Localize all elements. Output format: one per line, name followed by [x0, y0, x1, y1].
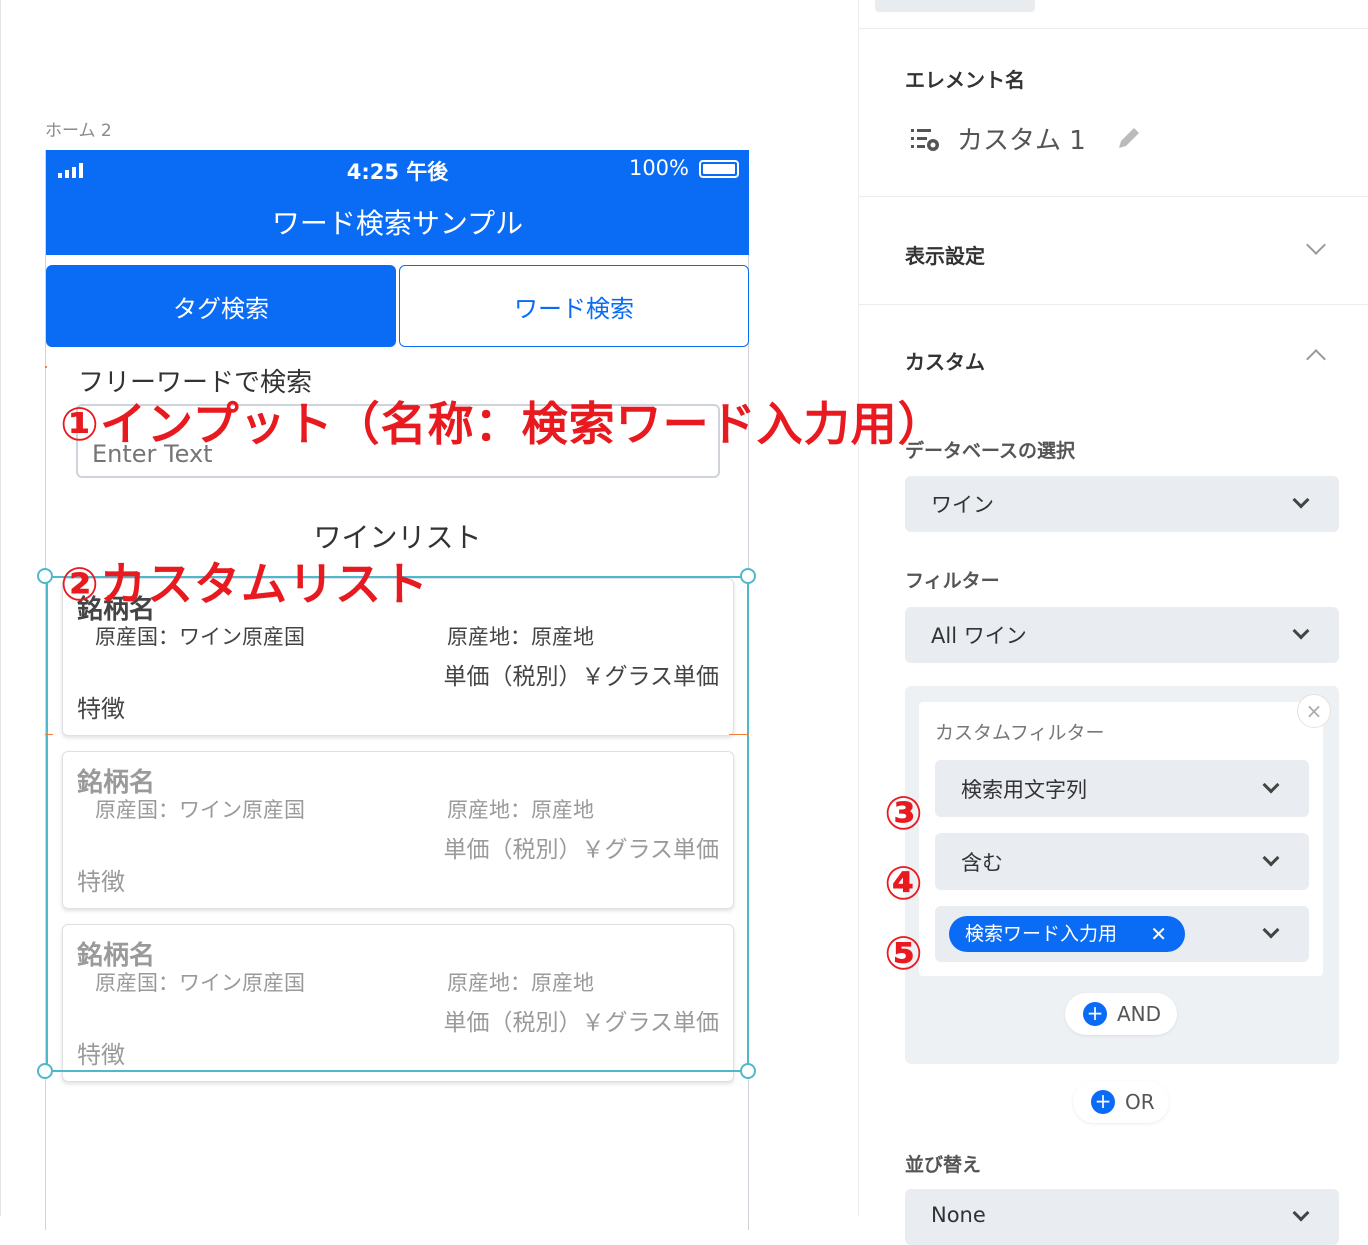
guide-mark: [45, 366, 47, 368]
element-name-title: エレメント名: [905, 68, 1025, 92]
card-price: 単価（税別）￥グラス単価: [443, 1010, 719, 1036]
chip-remove-icon[interactable]: ✕: [1150, 916, 1167, 952]
chevron-down-icon: [1262, 776, 1280, 793]
tab-tag-search[interactable]: タグ検索: [46, 265, 396, 347]
card-price: 単価（税別）￥グラス単価: [443, 664, 719, 690]
annotation-input: ①インプット（名称：検索ワード入力用）: [60, 397, 945, 451]
tab-word-search[interactable]: ワード検索: [399, 265, 749, 347]
screen-label: ホーム 2: [45, 121, 112, 141]
card-region: 原産地：原産地: [447, 971, 594, 995]
custom-list-icon: [911, 129, 939, 151]
database-select[interactable]: ワイン: [905, 476, 1339, 532]
display-settings-title[interactable]: 表示設定: [905, 240, 985, 269]
filter-field-value: 検索用文字列: [961, 777, 1087, 802]
chevron-down-icon: [1262, 849, 1280, 866]
card-feature: 特徴: [77, 1041, 125, 1069]
card-region: 原産地：原産地: [447, 625, 594, 649]
sort-select[interactable]: None: [905, 1189, 1339, 1245]
sort-select-value: None: [931, 1203, 986, 1227]
filter-operator-select[interactable]: 含む: [935, 833, 1309, 890]
list-item[interactable]: 銘柄名 原産国：ワイン原産国 原産地：原産地 単価（税別）￥グラス単価 特徴: [62, 924, 734, 1082]
chevron-down-icon: [1292, 622, 1310, 640]
filter-select-value: All ワイン: [931, 624, 1027, 648]
card-region: 原産地：原産地: [447, 798, 594, 822]
battery-icon: [699, 160, 739, 178]
add-and-button[interactable]: + AND: [1065, 993, 1177, 1035]
filter-field-select[interactable]: 検索用文字列: [935, 760, 1309, 817]
annotation-number-4: ④: [884, 856, 923, 910]
plus-icon: +: [1083, 1002, 1107, 1026]
annotation-number-3: ③: [884, 786, 923, 840]
card-feature: 特徴: [77, 868, 125, 896]
value-chip[interactable]: 検索ワード入力用 ✕: [949, 916, 1185, 952]
chevron-up-icon[interactable]: [1306, 349, 1326, 369]
guide-mark: [45, 734, 53, 735]
status-battery-text: 100%: [628, 156, 689, 180]
annotation-custom-list: ②カスタムリスト: [60, 557, 429, 611]
chevron-down-icon[interactable]: [1306, 235, 1326, 255]
custom-filter-title: カスタムフィルター: [935, 722, 1105, 744]
resize-handle-bottom-right[interactable]: [740, 1063, 756, 1079]
chevron-down-icon: [1262, 921, 1280, 939]
pencil-icon[interactable]: [1115, 124, 1143, 152]
card-feature: 特徴: [77, 695, 125, 723]
chevron-down-icon: [1292, 1204, 1310, 1222]
resize-handle-top-left[interactable]: [37, 568, 53, 584]
card-origin: 原産国：ワイン原産国: [95, 971, 305, 995]
chip-label: 検索ワード入力用: [965, 923, 1118, 945]
sort-label: 並び替え: [905, 1154, 982, 1176]
database-select-value: ワイン: [931, 493, 994, 517]
or-label: OR: [1125, 1090, 1155, 1114]
resize-handle-top-right[interactable]: [740, 568, 756, 584]
app-header: 4:25 午後 100% ワード検索サンプル: [46, 150, 749, 255]
filter-operator-value: 含む: [961, 850, 1003, 875]
chevron-down-icon: [1292, 491, 1310, 509]
app-title: ワード検索サンプル: [271, 207, 524, 240]
list-item[interactable]: 銘柄名 原産国：ワイン原産国 原産地：原産地 単価（税別）￥グラス単価 特徴: [62, 751, 734, 909]
plus-icon: +: [1091, 1090, 1115, 1114]
property-panel: エレメント名 カスタム 1 表示設定 カスタム データベースの選択 ワイン フィ…: [858, 0, 1368, 1245]
close-icon[interactable]: ×: [1297, 694, 1331, 728]
guide-mark: [729, 734, 749, 735]
filter-select[interactable]: All ワイン: [905, 607, 1339, 663]
card-origin: 原産国：ワイン原産国: [95, 798, 305, 822]
add-or-button[interactable]: + OR: [1073, 1081, 1169, 1123]
card-origin: 原産国：ワイン原産国: [95, 625, 305, 649]
custom-section-title[interactable]: カスタム: [905, 346, 985, 375]
resize-handle-bottom-left[interactable]: [37, 1063, 53, 1079]
phone-preview: 4:25 午後 100% ワード検索サンプル タグ検索 ワード検索 フリーワード…: [45, 150, 749, 1230]
divider: [859, 196, 1368, 197]
divider: [859, 304, 1368, 305]
filter-label: フィルター: [905, 570, 1000, 592]
panel-tab[interactable]: [875, 0, 1035, 12]
divider: [859, 28, 1368, 29]
annotation-number-5: ⑤: [884, 926, 923, 980]
card-price: 単価（税別）￥グラス単価: [443, 837, 719, 863]
element-name: カスタム 1: [957, 126, 1086, 156]
and-label: AND: [1117, 1002, 1162, 1026]
